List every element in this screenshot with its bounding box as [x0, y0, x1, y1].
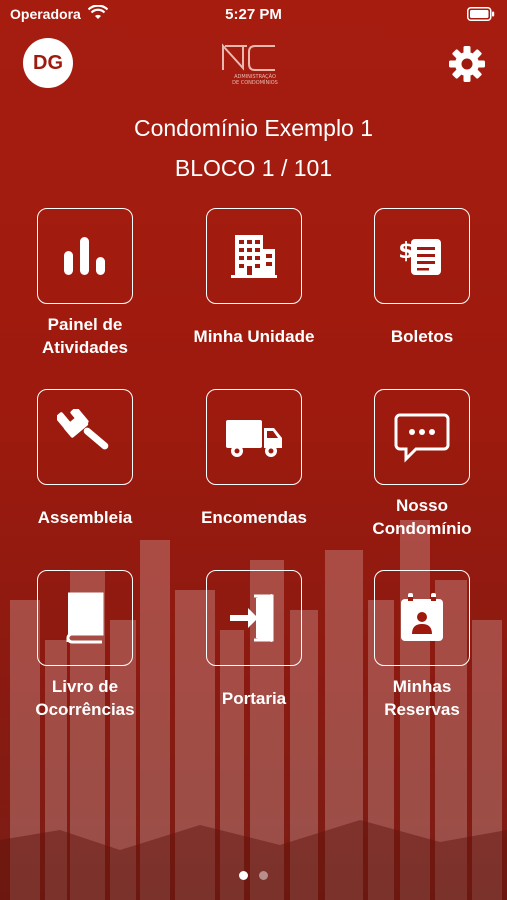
svg-text:$: $: [398, 239, 413, 264]
gear-icon[interactable]: [447, 44, 487, 84]
menu-item-icon-box[interactable]: [37, 208, 133, 304]
user-avatar[interactable]: DG: [23, 38, 73, 88]
menu-item-our-condominium[interactable]: Nosso Condomínio: [352, 389, 492, 547]
gavel-icon: [57, 409, 109, 450]
menu-item-label: Livro de Ocorrências: [35, 677, 135, 719]
truck-icon: [226, 420, 282, 457]
menu-item-deliveries[interactable]: Encomendas: [184, 389, 324, 547]
menu-item-icon-box[interactable]: $: [374, 208, 470, 304]
condominium-name: Condomínio Exemplo 1: [133, 115, 374, 141]
menu-item-label: Nosso Condomínio: [372, 496, 472, 538]
menu-item-front-desk[interactable]: Portaria: [184, 570, 324, 728]
menu-item-icon-box[interactable]: [206, 208, 302, 304]
building-icon: [231, 235, 277, 278]
menu-item-assembly[interactable]: Assembleia: [15, 389, 155, 547]
menu-item-invoices[interactable]: $ Boletos: [352, 208, 492, 366]
book-icon: [66, 592, 104, 644]
menu-item-icon-box[interactable]: [206, 389, 302, 485]
menu-item-label: Minha Unidade: [193, 326, 315, 346]
menu-item-label: Boletos: [390, 326, 454, 346]
menu-item-label: Painel de Atividades: [42, 315, 128, 357]
calendar-person-icon: [401, 593, 443, 641]
menu-item-label: Encomendas: [201, 507, 307, 527]
menu-item-label: Minhas Reservas: [384, 677, 460, 719]
battery-icon: [467, 7, 495, 21]
unit-name: BLOCO 1 / 101: [174, 155, 333, 181]
menu-item-icon-box[interactable]: [37, 389, 133, 485]
nc-logo: ADMINISTRAÇÃO DE CONDOMÍNIOS: [222, 43, 278, 86]
chat-bubble-icon: [394, 413, 450, 463]
menu-item-occurrence-book[interactable]: Livro de Ocorrências: [15, 570, 155, 728]
menu-item-icon-box[interactable]: [374, 570, 470, 666]
page-indicator[interactable]: [0, 871, 507, 880]
svg-text:DE CONDOMÍNIOS: DE CONDOMÍNIOS: [232, 79, 278, 86]
page-dot-1[interactable]: [239, 871, 248, 880]
svg-text:ADMINISTRAÇÃO: ADMINISTRAÇÃO: [234, 73, 276, 80]
bar-chart-icon: [64, 237, 105, 275]
menu-item-label: Assembleia: [37, 507, 133, 527]
clock: 5:27 PM: [225, 6, 282, 23]
page-dot-2[interactable]: [259, 871, 268, 880]
status-bar: Operadora 5:27 PM: [0, 0, 507, 30]
menu-item-my-unit[interactable]: Minha Unidade: [184, 208, 324, 366]
menu-item-icon-box[interactable]: [206, 570, 302, 666]
menu-item-my-reservations[interactable]: Minhas Reservas: [352, 570, 492, 728]
menu-item-activity-panel[interactable]: Painel de Atividades: [15, 208, 155, 366]
invoice-icon: $: [398, 239, 441, 275]
menu-item-icon-box[interactable]: [374, 389, 470, 485]
menu-item-icon-box[interactable]: [37, 570, 133, 666]
menu-item-label: Portaria: [221, 688, 287, 708]
door-enter-icon: [230, 594, 274, 642]
